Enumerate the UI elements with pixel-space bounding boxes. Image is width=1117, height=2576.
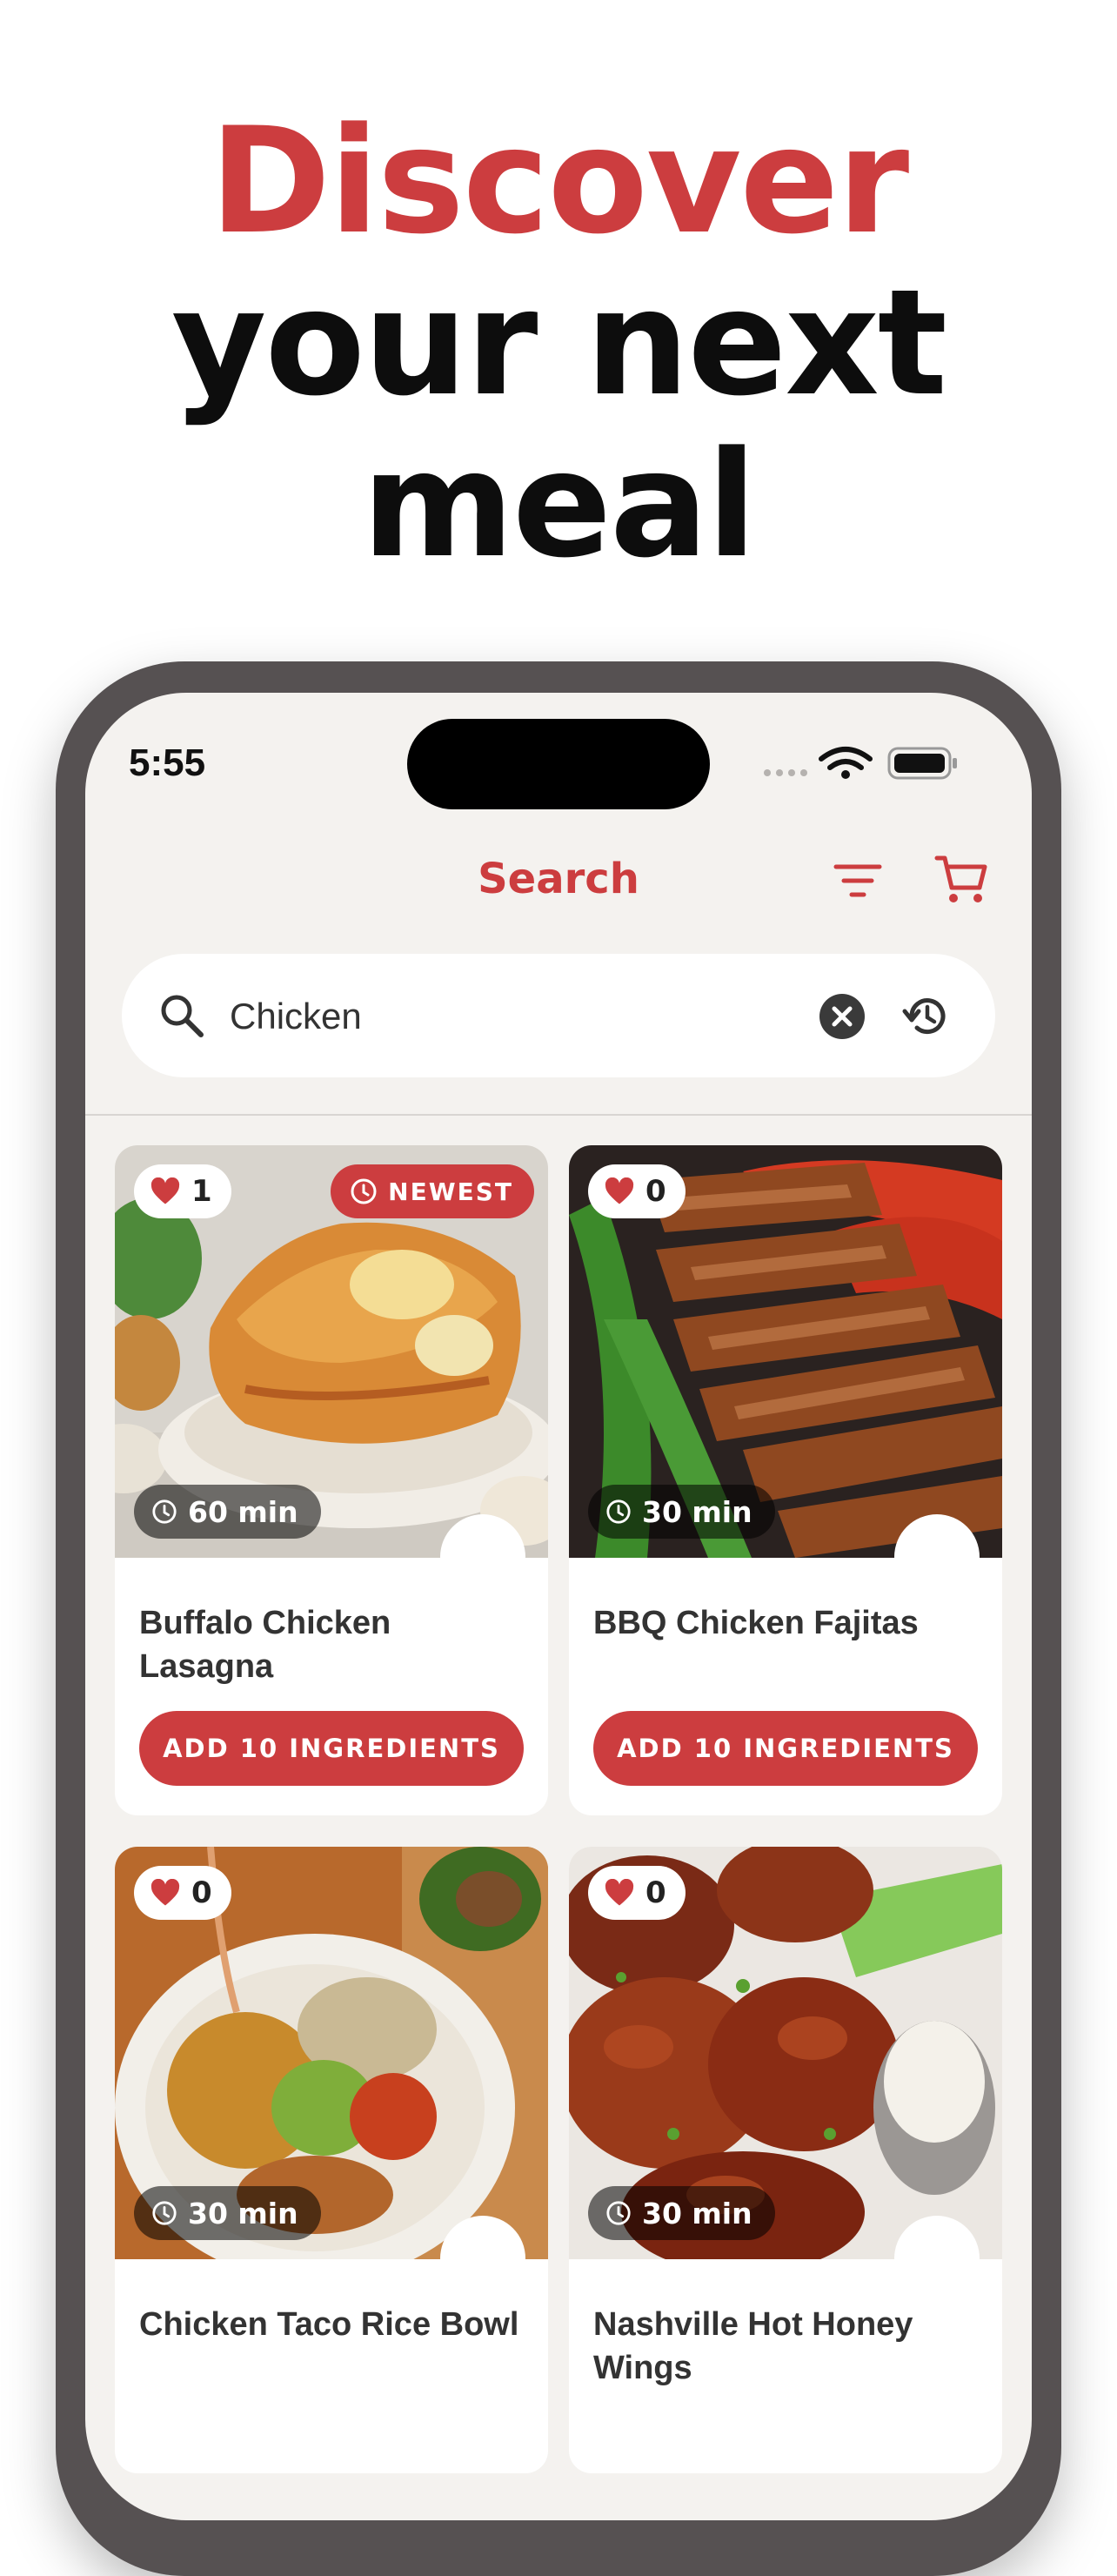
like-count: 0 (191, 1875, 212, 1910)
recipe-title: Chicken Taco Rice Bowl (139, 2306, 519, 2343)
card-corner-circle (440, 1514, 525, 1600)
recipe-title: Nashville Hot Honey Wings (593, 2306, 913, 2386)
clock-icon (606, 2201, 631, 2225)
wifi-icon (819, 747, 873, 770)
cook-time: 30 min (642, 2196, 752, 2231)
search-input[interactable] (228, 983, 788, 1050)
status-time: 5:55 (129, 741, 206, 784)
search-icon (161, 995, 204, 1037)
clock-icon (351, 1178, 377, 1204)
heart-icon (150, 1177, 180, 1204)
clear-icon[interactable] (819, 993, 866, 1040)
add-ingredients-button[interactable]: ADD 10 INGREDIENTS (593, 1711, 978, 1786)
newest-label: NEWEST (388, 1177, 513, 1206)
dynamic-island (407, 719, 710, 809)
cook-time-badge: 60 min (134, 1485, 321, 1539)
cook-time-badge: 30 min (588, 2186, 775, 2240)
hero-headline: Discover your next meal (0, 100, 1117, 586)
clock-icon (152, 2201, 177, 2225)
recipe-card[interactable]: 0 30 min Chicken Taco Rice Bowl (115, 1847, 548, 2473)
cook-time: 30 min (188, 2196, 298, 2231)
like-count: 0 (645, 1174, 666, 1209)
heart-icon (150, 1879, 180, 1906)
heart-icon (605, 1879, 634, 1906)
card-corner-circle (894, 2216, 980, 2301)
like-button[interactable]: 0 (588, 1164, 686, 1218)
like-button[interactable]: 0 (134, 1866, 231, 1920)
cart-icon[interactable] (934, 853, 988, 907)
card-corner-circle (440, 2216, 525, 2301)
clock-icon (152, 1499, 177, 1524)
cook-time: 30 min (642, 1494, 752, 1529)
cook-time-badge: 30 min (588, 1485, 775, 1539)
hero-line-2: your next (171, 258, 947, 428)
like-button[interactable]: 1 (134, 1164, 231, 1218)
cook-time: 60 min (188, 1494, 298, 1529)
history-icon[interactable] (901, 992, 950, 1041)
recipe-title: BBQ Chicken Fajitas (593, 1605, 919, 1641)
page-title: Search (478, 855, 639, 903)
signal-icon (764, 769, 807, 776)
newest-badge: NEWEST (331, 1164, 534, 1218)
filter-icon[interactable] (833, 862, 882, 900)
hero-line-1: Discover (209, 96, 909, 266)
recipe-card[interactable]: 0 30 min BBQ Chicken Fajitas ADD 10 INGR… (569, 1145, 1002, 1815)
hero-line-3: meal (362, 419, 757, 590)
like-count: 1 (191, 1174, 212, 1209)
clock-icon (606, 1499, 631, 1524)
battery-icon (887, 747, 957, 780)
recipe-card[interactable]: 0 30 min Nashville Hot Honey Wings (569, 1847, 1002, 2473)
like-button[interactable]: 0 (588, 1866, 686, 1920)
divider (85, 1114, 1032, 1116)
cook-time-badge: 30 min (134, 2186, 321, 2240)
add-ingredients-button[interactable]: ADD 10 INGREDIENTS (139, 1711, 524, 1786)
status-icons (764, 747, 957, 780)
recipe-title: Buffalo Chicken Lasagna (139, 1605, 391, 1685)
like-count: 0 (645, 1875, 666, 1910)
heart-icon (605, 1177, 634, 1204)
card-corner-circle (894, 1514, 980, 1600)
recipe-card[interactable]: 1 NEWEST 60 min Buffalo Chicken Lasagna … (115, 1145, 548, 1815)
